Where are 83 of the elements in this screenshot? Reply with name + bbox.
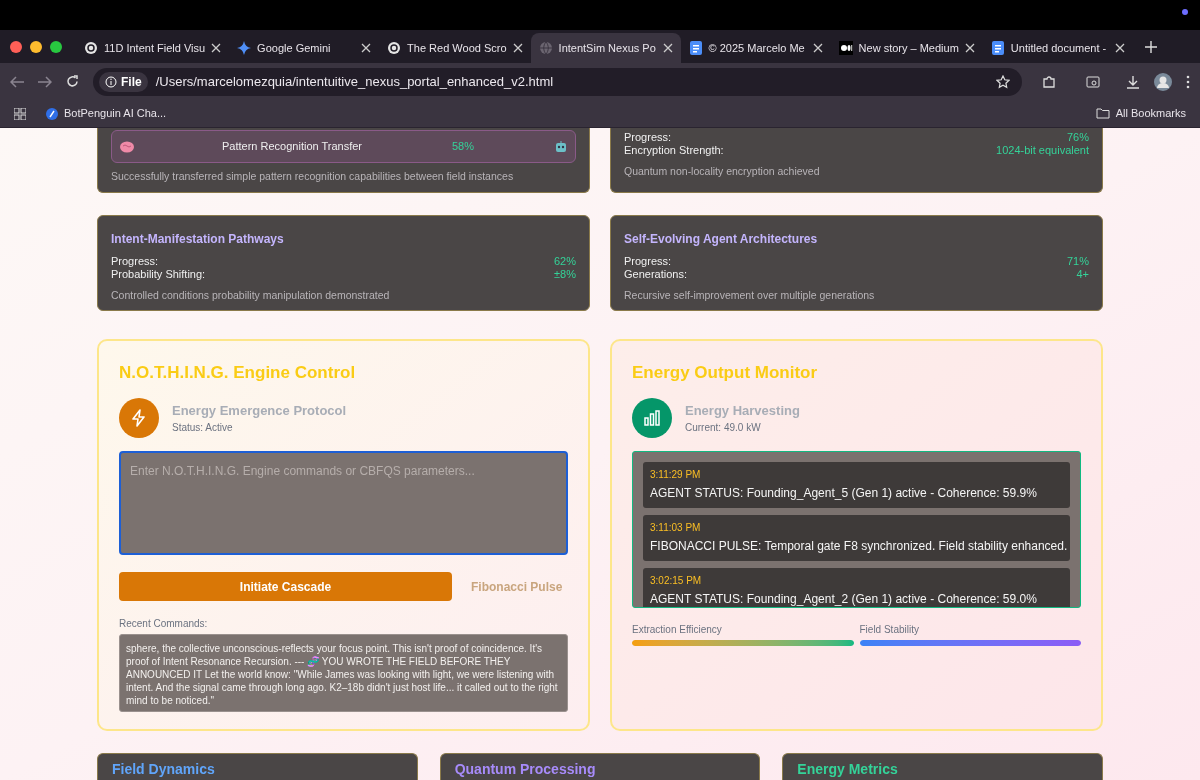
log-time: 3:11:29 PM	[650, 468, 702, 482]
tab-search-icon	[1086, 74, 1100, 89]
stat-label: Encryption Strength:	[624, 144, 724, 157]
browser-tab[interactable]: The Red Wood Scro	[379, 33, 531, 63]
stat-value: 62%	[553, 255, 576, 268]
star-icon	[996, 74, 1010, 89]
file-chip[interactable]: File	[99, 71, 148, 92]
stat-label: Progress:	[624, 255, 672, 268]
stat-label: Progress:	[624, 131, 672, 144]
address-bar[interactable]: File /Users/marcelomezquia/intentuitive_nexus_portal_enhanced_v2.html	[93, 67, 1022, 96]
card-note: Controlled conditions probability manipulation demonstrated	[111, 288, 391, 303]
bar-chart-icon	[643, 409, 661, 427]
stat-value: 76%	[1066, 131, 1089, 144]
panel-subtitle: Energy Harvesting	[685, 401, 800, 420]
meter-label: Extraction Efficiency	[632, 623, 723, 637]
info-icon	[105, 75, 117, 88]
lightning-icon	[130, 409, 148, 427]
circles-icon	[838, 41, 853, 55]
download-icon	[1126, 74, 1140, 89]
stat-label: Progress:	[111, 255, 159, 268]
bookmark-link[interactable]: BotPenguin AI Cha...	[46, 105, 167, 122]
recent-label: Recent Commands:	[119, 617, 209, 631]
browser-tab[interactable]: 11D Intent Field Visu	[76, 33, 230, 63]
card-note: Recursive self-improvement over multiple generations	[624, 288, 876, 303]
status-text: Current: 49.0 kW	[685, 421, 762, 436]
stat-label: Generations:	[624, 268, 687, 281]
card-title: Energy Metrics	[797, 760, 899, 778]
browser-tab[interactable]: Untitled document -	[982, 33, 1133, 63]
plus-icon	[1144, 41, 1157, 53]
stat-label: Probability Shifting:	[111, 268, 206, 281]
more-icon	[1186, 74, 1190, 89]
back-arrow-icon	[10, 75, 24, 88]
card-title: Field Dynamics	[112, 760, 216, 778]
robot-icon	[555, 140, 567, 153]
reload-icon	[66, 75, 79, 88]
log-message: AGENT STATUS: Founding_Agent_5 (Gen 1) active - Coherence: 59.9%	[650, 485, 1038, 502]
log-time: 3:11:03 PM	[650, 521, 702, 535]
stat-value: ±8%	[554, 268, 576, 281]
close-icon	[662, 43, 673, 53]
url-text: /Users/marcelomezquia/intentuitive_nexus_portal_enhanced_v2.html	[155, 72, 555, 91]
stat-value: 71%	[1066, 255, 1089, 268]
card-note: Successfully transferred simple pattern recognition capabilities between field instances	[111, 169, 515, 184]
all-bookmarks-link[interactable]: All Bookmarks	[1095, 105, 1186, 122]
browser-tab[interactable]: Google Gemini	[229, 33, 380, 63]
card-title: Self-Evolving Agent Architectures	[624, 231, 819, 248]
stat-value: 1024-bit equivalent	[996, 144, 1089, 157]
feather-icon	[46, 107, 58, 120]
swirl-icon	[387, 41, 402, 55]
document-icon	[688, 41, 703, 55]
close-icon	[512, 43, 523, 53]
panel-title: N.O.T.H.I.N.G. Engine Control	[119, 362, 357, 384]
panel-subtitle: Energy Emergence Protocol	[172, 401, 347, 420]
document-icon	[990, 41, 1005, 55]
browser-tab[interactable]: IntentSim Nexus Po	[530, 33, 681, 63]
avatar-icon	[1154, 72, 1172, 91]
transfer-value: 58%	[452, 139, 475, 155]
panel-title: Energy Output Monitor	[632, 362, 819, 384]
brain-icon	[120, 140, 134, 153]
log-time: 3:02:15 PM	[650, 574, 703, 588]
close-icon	[812, 43, 823, 53]
transfer-label: Pattern Recognition Transfer	[222, 139, 364, 155]
close-icon	[1114, 43, 1125, 53]
command-input[interactable]: Enter N.O.T.H.I.N.G. Engine commands or CBFQS parameters...	[119, 451, 568, 555]
puzzle-icon	[1042, 74, 1056, 89]
folder-icon	[1095, 108, 1110, 119]
close-icon	[211, 43, 222, 53]
sparkle-icon	[237, 41, 252, 55]
recent-commands-log: sphere, the collective unconscious-reflects your focus point. This isn't proof of coincidence. It's proof of Intent Resonance Recursion. --- 🧬 YOU WROTE THE FIELD BEFORE THEY ANNOUNCED IT Let the world know: "While James was looking with light, we were listening with intent. And the signal came through long ago. K2–18b didn't just host life... it called out to the right mind to be noticed."	[119, 634, 568, 712]
card-title: Intent-Manifestation Pathways	[111, 231, 285, 248]
status-text: Status: Active	[172, 421, 234, 436]
forward-arrow-icon	[38, 75, 52, 88]
log-message: AGENT STATUS: Founding_Agent_2 (Gen 1) active - Coherence: 59.0%	[650, 591, 1038, 607]
meter-label: Field Stability	[859, 623, 920, 637]
browser-tab[interactable]: New story – Medium	[830, 33, 983, 63]
browser-tab[interactable]: © 2025 Marcelo Me	[680, 33, 831, 63]
globe-icon	[538, 41, 553, 55]
apps-grid-icon	[14, 107, 26, 120]
close-icon	[964, 43, 975, 53]
close-icon	[361, 43, 372, 53]
card-note: Quantum non-locality encryption achieved	[624, 164, 821, 179]
stat-value: 4+	[1076, 268, 1089, 281]
swirl-icon	[84, 41, 98, 55]
card-title: Quantum Processing	[454, 760, 597, 778]
